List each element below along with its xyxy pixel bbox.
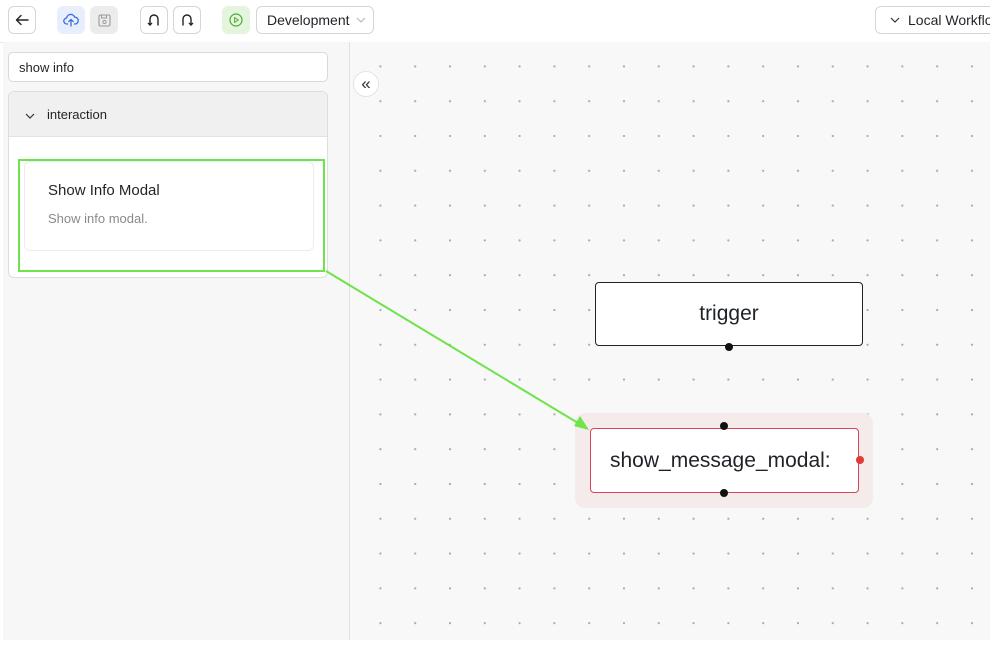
drag-arrow (325, 270, 589, 430)
drag-arrow-line (325, 270, 579, 424)
drag-arrow-head (574, 416, 589, 430)
bottom-strip (0, 640, 990, 648)
